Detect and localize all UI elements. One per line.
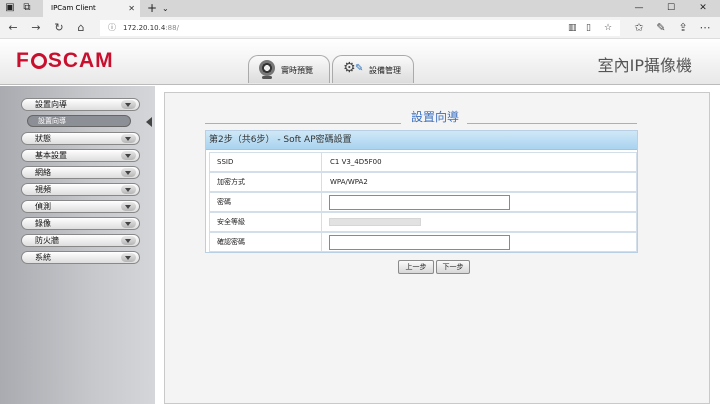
- gear-icon: ⚙: [343, 60, 356, 76]
- product-title: 室內IP攝像機: [597, 56, 692, 75]
- sidebar-item-label: 網絡: [35, 168, 51, 177]
- title-divider-right: [467, 123, 637, 124]
- forward-arrow-icon[interactable]: →: [27, 17, 45, 39]
- chevron-down-icon: [121, 219, 136, 228]
- url-host: 172.20.10.4: [123, 24, 166, 32]
- security-level-cell: [322, 213, 636, 231]
- wizard-step-header: 第2步（共6步） - Soft AP密碼設置: [206, 131, 637, 150]
- address-url: 172.20.10.4:88/: [123, 20, 179, 36]
- url-port: :88/: [165, 24, 179, 32]
- sidebar-item-label: 基本設置: [35, 151, 67, 160]
- chevron-down-icon: [121, 236, 136, 245]
- tab-dropdown-icon[interactable]: ⌄: [162, 0, 169, 17]
- browser-tab[interactable]: IPCam Client ✕: [43, 0, 140, 17]
- camera-base: [262, 76, 272, 79]
- chevron-down-icon: [121, 185, 136, 194]
- sidebar-item-system[interactable]: 系統: [21, 251, 140, 264]
- pen-icon[interactable]: ✎: [652, 17, 670, 39]
- wrench-icon: ✎: [355, 63, 364, 74]
- row-confirm-password: 確認密碼: [209, 232, 637, 252]
- favorites-list-icon[interactable]: ✩: [630, 17, 648, 39]
- password-label: 密碼: [210, 193, 322, 211]
- chevron-down-icon: [121, 151, 136, 160]
- share-icon[interactable]: ⇪: [674, 17, 692, 39]
- logo-left: F: [16, 49, 30, 72]
- next-step-button[interactable]: 下一步: [436, 260, 470, 274]
- sidebar-item-firewall[interactable]: 防火牆: [21, 234, 140, 247]
- tab-device-management[interactable]: ⚙ ✎ 設備管理: [332, 55, 414, 83]
- sidebar-item-label: 防火牆: [35, 236, 59, 245]
- chevron-down-icon: [121, 202, 136, 211]
- active-pointer-icon: [146, 117, 152, 127]
- sidebar-item-basic-settings[interactable]: 基本設置: [21, 149, 140, 162]
- tab-back-icon[interactable]: ⧉: [21, 2, 33, 14]
- home-icon[interactable]: ⌂: [72, 17, 90, 39]
- sidebar-item-label: 錄像: [35, 219, 51, 228]
- sidebar-item-label: 系統: [35, 253, 51, 262]
- tab-manager-icon[interactable]: ▣: [4, 2, 16, 14]
- back-arrow-icon[interactable]: ←: [4, 17, 22, 39]
- confirm-password-field[interactable]: [329, 235, 510, 250]
- sidebar-item-label: 偵測: [35, 202, 51, 211]
- minimize-button[interactable]: —: [624, 0, 654, 17]
- tab-title: IPCam Client: [51, 4, 96, 12]
- sidebar-item-label: 設置向導: [35, 100, 67, 109]
- browser-titlebar: ▣ ⧉ IPCam Client ✕ + ⌄ — ☐ ✕: [0, 0, 720, 17]
- maximize-button[interactable]: ☐: [656, 0, 686, 17]
- row-password: 密碼: [209, 192, 637, 212]
- row-ssid: SSID C1 V3_4D5F00: [209, 152, 637, 172]
- close-window-button[interactable]: ✕: [688, 0, 718, 17]
- wizard-panel: 第2步（共6步） - Soft AP密碼設置 SSID C1 V3_4D5F00…: [205, 130, 638, 253]
- chevron-down-icon: [121, 253, 136, 262]
- chevron-down-icon: [121, 168, 136, 177]
- sidebar-item-label: 狀態: [35, 134, 51, 143]
- row-security-level: 安全等級: [209, 212, 637, 232]
- password-field[interactable]: [329, 195, 510, 210]
- chevron-down-icon: [121, 100, 136, 109]
- favorite-star-icon[interactable]: ☆: [604, 20, 612, 36]
- app-header: F SCAM 實時預覽 ⚙ ✎ 設備管理 室內IP攝像機: [0, 39, 720, 85]
- reading-mode-icon[interactable]: ▯: [586, 20, 591, 36]
- more-menu-icon[interactable]: ⋯: [696, 17, 714, 39]
- tab-device-management-label: 設備管理: [369, 66, 401, 75]
- sidebar-item-network[interactable]: 網絡: [21, 166, 140, 179]
- refresh-icon[interactable]: ↻: [50, 17, 68, 39]
- reader-view-icon[interactable]: ▥: [568, 20, 577, 36]
- tab-live-view-label: 實時預覽: [281, 66, 313, 75]
- main-content: 設置向導 第2步（共6步） - Soft AP密碼設置 SSID C1 V3_4…: [164, 92, 710, 404]
- ssid-label: SSID: [210, 153, 322, 171]
- prev-step-button[interactable]: 上一步: [398, 260, 434, 274]
- sidebar-item-record[interactable]: 錄像: [21, 217, 140, 230]
- sidebar-item-status[interactable]: 狀態: [21, 132, 140, 145]
- password-cell: [322, 193, 636, 211]
- sidebar-subitem-label: 設置向導: [38, 117, 66, 125]
- confirm-password-cell: [322, 233, 636, 251]
- encryption-label: 加密方式: [210, 173, 322, 191]
- chevron-down-icon: [121, 134, 136, 143]
- password-strength-bar: [329, 218, 421, 226]
- sidebar-item-setup-wizard[interactable]: 設置向導: [21, 98, 140, 111]
- confirm-password-label: 確認密碼: [210, 233, 322, 251]
- sidebar-subitem-setup-wizard[interactable]: 設置向導: [27, 115, 131, 127]
- camera-icon: [259, 60, 275, 76]
- row-encryption: 加密方式 WPA/WPA2: [209, 172, 637, 192]
- site-info-icon[interactable]: ⓘ: [108, 20, 116, 36]
- sidebar-item-detection[interactable]: 偵測: [21, 200, 140, 213]
- encryption-value: WPA/WPA2: [330, 178, 368, 186]
- sidebar-item-label: 視頻: [35, 185, 51, 194]
- sidebar-item-video[interactable]: 視頻: [21, 183, 140, 196]
- close-tab-icon[interactable]: ✕: [128, 0, 135, 17]
- browser-navbar: ← → ↻ ⌂ ⓘ 172.20.10.4:88/ ▥ ▯ ☆ ✩ ✎ ⇪ ⋯: [0, 17, 720, 39]
- new-tab-button[interactable]: +: [147, 0, 157, 16]
- tab-live-view[interactable]: 實時預覽: [248, 55, 330, 83]
- address-bar[interactable]: ⓘ 172.20.10.4:88/ ▥ ▯ ☆: [100, 20, 620, 36]
- security-level-label: 安全等級: [210, 213, 322, 231]
- logo-right: SCAM: [47, 49, 114, 72]
- foscam-logo: F SCAM: [16, 49, 114, 73]
- logo-ring-icon: [30, 53, 47, 69]
- ssid-value: C1 V3_4D5F00: [330, 158, 382, 166]
